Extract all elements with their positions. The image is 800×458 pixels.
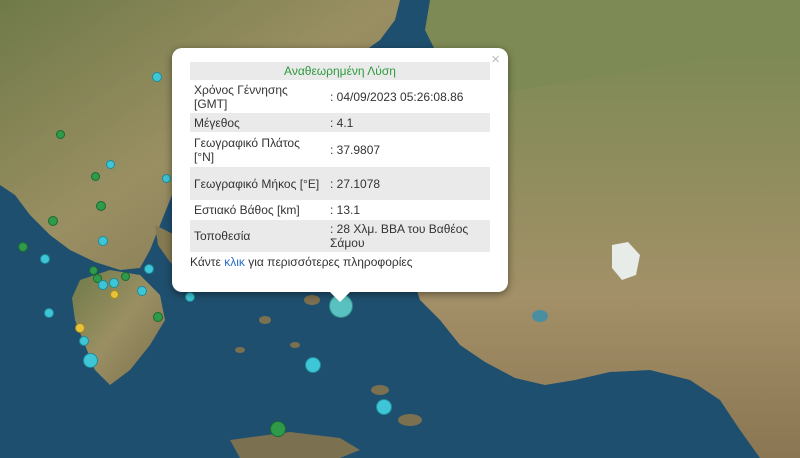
- earthquake-details-table: Χρόνος Γέννησης [GMT] : 04/09/2023 05:26…: [190, 81, 490, 252]
- earthquake-marker[interactable]: [98, 236, 108, 246]
- earthquake-marker[interactable]: [110, 290, 119, 299]
- table-row: Γεωγραφικό Πλάτος [°N] : 37.9807: [190, 132, 490, 167]
- earthquake-marker[interactable]: [153, 312, 163, 322]
- row-value: : 04/09/2023 05:26:08.86: [326, 81, 490, 113]
- island: [398, 414, 422, 426]
- earthquake-marker[interactable]: [18, 242, 28, 252]
- table-row: Μέγεθος : 4.1: [190, 113, 490, 132]
- earthquake-marker[interactable]: [152, 72, 162, 82]
- earthquake-marker[interactable]: [376, 399, 392, 415]
- earthquake-marker[interactable]: [96, 201, 106, 211]
- row-label: Εστιακό Βάθος [km]: [190, 200, 326, 220]
- island: [290, 342, 300, 348]
- island: [235, 347, 245, 353]
- row-value: : 13.1: [326, 200, 490, 220]
- row-value: : 28 Χλμ. ΒΒΑ του Βαθέος Σάμου: [326, 220, 490, 252]
- popup-title: Αναθεωρημένη Λύση: [190, 62, 490, 80]
- earthquake-marker[interactable]: [98, 280, 108, 290]
- row-label: Μέγεθος: [190, 113, 326, 132]
- island: [304, 295, 320, 305]
- earthquake-marker[interactable]: [91, 172, 100, 181]
- row-label: Χρόνος Γέννησης [GMT]: [190, 81, 326, 113]
- earthquake-marker[interactable]: [270, 421, 286, 437]
- more-info-link[interactable]: κλικ: [224, 255, 245, 269]
- close-icon[interactable]: ×: [491, 52, 500, 68]
- row-value: : 4.1: [326, 113, 490, 132]
- earthquake-marker[interactable]: [79, 336, 89, 346]
- earthquake-marker[interactable]: [305, 357, 321, 373]
- map-view[interactable]: × Αναθεωρημένη Λύση Χρόνος Γέννησης [GMT…: [0, 0, 800, 458]
- lake: [532, 310, 548, 322]
- earthquake-marker[interactable]: [83, 353, 98, 368]
- row-value: : 37.9807: [326, 132, 490, 167]
- earthquake-marker[interactable]: [137, 286, 147, 296]
- earthquake-marker[interactable]: [75, 323, 85, 333]
- table-row: Γεωγραφικό Μήκος [°E] : 27.1078: [190, 167, 490, 200]
- row-value: : 27.1078: [326, 167, 490, 200]
- row-label: Τοποθεσία: [190, 220, 326, 252]
- earthquake-marker[interactable]: [40, 254, 50, 264]
- earthquake-marker[interactable]: [144, 264, 154, 274]
- table-row: Τοποθεσία : 28 Χλμ. ΒΒΑ του Βαθέος Σάμου: [190, 220, 490, 252]
- row-label: Γεωγραφικό Μήκος [°E]: [190, 167, 326, 200]
- table-row: Εστιακό Βάθος [km] : 13.1: [190, 200, 490, 220]
- earthquake-marker[interactable]: [121, 272, 130, 281]
- earthquake-marker[interactable]: [185, 292, 195, 302]
- footer-text-after: για περισσότερες πληροφορίες: [244, 255, 413, 269]
- earthquake-marker[interactable]: [162, 174, 171, 183]
- row-label: Γεωγραφικό Πλάτος [°N]: [190, 132, 326, 167]
- earthquake-marker[interactable]: [44, 308, 54, 318]
- island: [259, 316, 271, 324]
- earthquake-marker[interactable]: [56, 130, 65, 139]
- footer-text-before: Κάντε: [190, 255, 225, 269]
- earthquake-marker[interactable]: [106, 160, 115, 169]
- popup-footer: Κάντε κλικ για περισσότερες πληροφορίες: [190, 255, 490, 269]
- earthquake-marker[interactable]: [48, 216, 58, 226]
- table-row: Χρόνος Γέννησης [GMT] : 04/09/2023 05:26…: [190, 81, 490, 113]
- earthquake-info-popup: × Αναθεωρημένη Λύση Χρόνος Γέννησης [GMT…: [172, 48, 508, 302]
- earthquake-marker[interactable]: [109, 278, 119, 288]
- island: [371, 385, 389, 395]
